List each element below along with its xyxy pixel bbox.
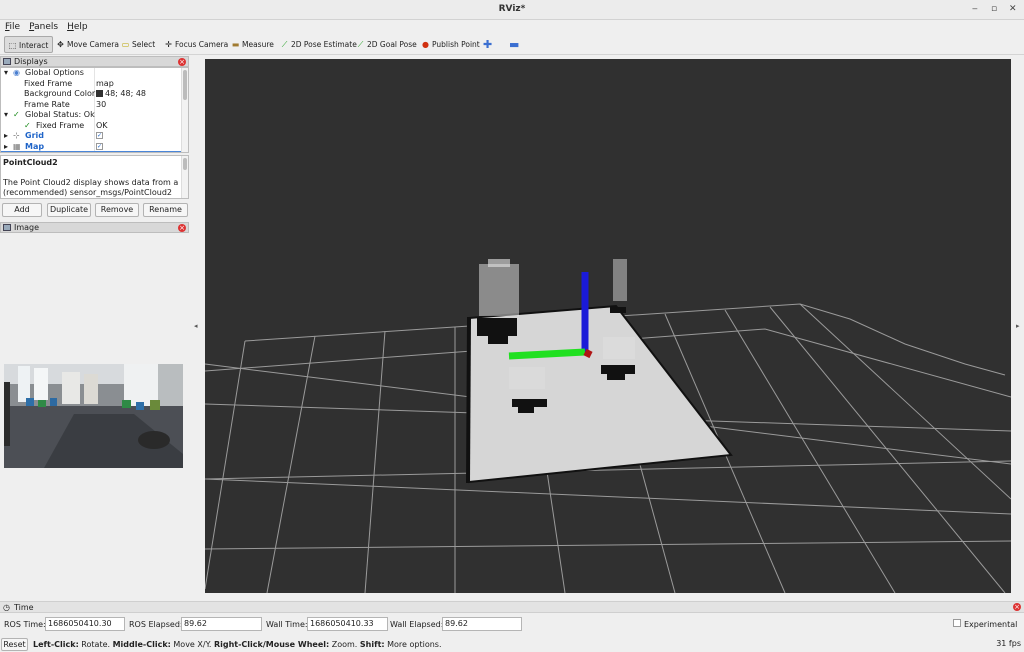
map-enabled-checkbox[interactable]: ✓: [96, 142, 103, 150]
measure-tool-button[interactable]: ▬ Measure: [228, 36, 278, 53]
tree-row-grid[interactable]: ▸ ⊹ Grid ✓: [1, 131, 181, 142]
expand-icon[interactable]: ▾: [4, 110, 8, 121]
x-axis: [583, 348, 593, 359]
wall-elapsed-field[interactable]: 89.62: [442, 617, 522, 631]
wall-elapsed-label: Wall Elapsed:: [390, 620, 444, 629]
tool-bar: ⬚ Interact ✥ Move Camera ▭ Select ✛ Focus Ca…: [0, 34, 1024, 55]
color-swatch: [96, 90, 103, 97]
remove-tool-icon[interactable]: ▬: [507, 36, 523, 53]
tree-row-global-options[interactable]: ▾ ◉ Global Options: [1, 68, 181, 79]
description-title: PointCloud2: [3, 158, 58, 167]
y-axis: [508, 348, 586, 360]
camera-image: [4, 364, 183, 468]
move-camera-tool-button[interactable]: ✥ Move Camera: [53, 36, 123, 53]
expand-icon[interactable]: ▾: [4, 68, 8, 79]
collapse-right-icon[interactable]: ▸: [1016, 322, 1022, 330]
move-icon: ✥: [57, 40, 64, 49]
add-button[interactable]: Add: [2, 203, 42, 217]
close-panel-icon[interactable]: ×: [178, 58, 186, 66]
monitor-icon: [3, 58, 11, 65]
publish-point-tool-button[interactable]: ● Publish Point: [418, 36, 484, 53]
green-arrow-icon: ⟋: [357, 40, 364, 49]
ros-time-label: ROS Time:: [4, 620, 46, 629]
image-icon: [3, 224, 11, 231]
check-icon: ✓: [24, 120, 31, 130]
tree-row-background-color[interactable]: Background Color 48; 48; 48: [1, 89, 181, 100]
wall-time-field[interactable]: 1686050410.33: [307, 617, 388, 631]
goal-pose-tool-button[interactable]: ⟋ 2D Goal Pose: [353, 36, 421, 53]
reset-button[interactable]: Reset: [1, 638, 28, 651]
tree-row-map[interactable]: ▸ ▦ Map ✓: [1, 141, 181, 153]
cursor-icon: ⬚: [8, 41, 17, 50]
clock-icon: ◷: [3, 603, 10, 612]
map-icon: ▦: [13, 141, 21, 151]
image-panel-header: Image ×: [0, 222, 189, 233]
pose-estimate-tool-button[interactable]: ⟋ 2D Pose Estimate: [277, 36, 361, 53]
experimental-checkbox[interactable]: [953, 619, 961, 627]
displays-tree[interactable]: ▾ ◉ Global Options Fixed Frame map Backg…: [0, 67, 189, 153]
focus-camera-tool-button[interactable]: ✛ Focus Camera: [161, 36, 232, 53]
title-bar: RViz* ‒ ▫ ✕: [0, 0, 1024, 20]
minimize-icon[interactable]: ‒: [972, 4, 978, 14]
remove-button[interactable]: Remove: [95, 203, 139, 217]
menu-panels[interactable]: Panels: [29, 20, 58, 34]
maximize-icon[interactable]: ▫: [991, 4, 997, 14]
tree-row-fixed-frame[interactable]: Fixed Frame map: [1, 79, 181, 90]
image-panel-title: Image: [14, 223, 40, 232]
status-bar: Reset Left-Click: Rotate. Middle-Click: …: [0, 636, 1024, 652]
menu-bar: File Panels Help: [0, 20, 1024, 34]
rename-button[interactable]: Rename: [143, 203, 188, 217]
select-tool-button[interactable]: ▭ Select: [118, 36, 159, 53]
green-arrow-icon: ⟋: [281, 40, 288, 49]
select-icon: ▭: [121, 40, 130, 49]
expand-icon[interactable]: ▸: [4, 131, 8, 142]
tree-row-fixed-frame-status[interactable]: ✓ Fixed Frame OK: [1, 121, 181, 132]
menu-file[interactable]: File: [5, 20, 20, 34]
time-panel-header: ◷ Time ×: [0, 601, 1024, 613]
add-tool-icon[interactable]: ✚: [481, 36, 496, 53]
ros-elapsed-label: ROS Elapsed:: [129, 620, 183, 629]
tree-row-global-status[interactable]: ▾ ✓ Global Status: Ok: [1, 110, 181, 121]
expand-icon[interactable]: ▸: [4, 142, 8, 153]
globe-icon: ◉: [13, 68, 20, 77]
ruler-icon: ▬: [231, 40, 240, 49]
fps-indicator: 31 fps: [996, 639, 1021, 648]
time-bar: ROS Time: 1686050410.30 ROS Elapsed: 89.…: [0, 614, 1024, 636]
duplicate-button[interactable]: Duplicate: [47, 203, 91, 217]
focus-icon: ✛: [165, 40, 172, 49]
grid-icon: ⊹: [13, 131, 20, 140]
pin-icon: ●: [422, 40, 429, 49]
status-hint: Left-Click: Rotate. Middle-Click: Move X…: [33, 640, 442, 649]
interact-tool-button[interactable]: ⬚ Interact: [4, 36, 54, 53]
tree-scrollbar[interactable]: [181, 68, 188, 152]
description-scrollbar[interactable]: [181, 156, 188, 198]
experimental-label: Experimental: [964, 620, 1018, 629]
render-viewport[interactable]: [204, 59, 1012, 594]
grid-enabled-checkbox[interactable]: ✓: [96, 132, 103, 139]
display-description: PointCloud2 The Point Cloud2 display sho…: [0, 155, 189, 199]
wall-time-label: Wall Time:: [266, 620, 308, 629]
close-panel-icon[interactable]: ×: [178, 224, 186, 232]
ros-time-field[interactable]: 1686050410.30: [45, 617, 125, 631]
menu-help[interactable]: Help: [67, 20, 88, 34]
close-panel-icon[interactable]: ×: [1013, 603, 1021, 611]
time-panel-title: Time: [14, 603, 34, 612]
window-title: RViz*: [498, 4, 526, 14]
description-text: The Point Cloud2 display shows data from…: [3, 178, 179, 197]
displays-panel-header: Displays ×: [0, 56, 189, 67]
ros-elapsed-field[interactable]: 89.62: [181, 617, 262, 631]
check-icon: ✓: [13, 110, 20, 119]
close-icon[interactable]: ✕: [1009, 4, 1017, 14]
tree-row-frame-rate[interactable]: Frame Rate 30: [1, 100, 181, 111]
displays-title: Displays: [14, 57, 48, 66]
collapse-left-icon[interactable]: ◂: [194, 322, 200, 330]
